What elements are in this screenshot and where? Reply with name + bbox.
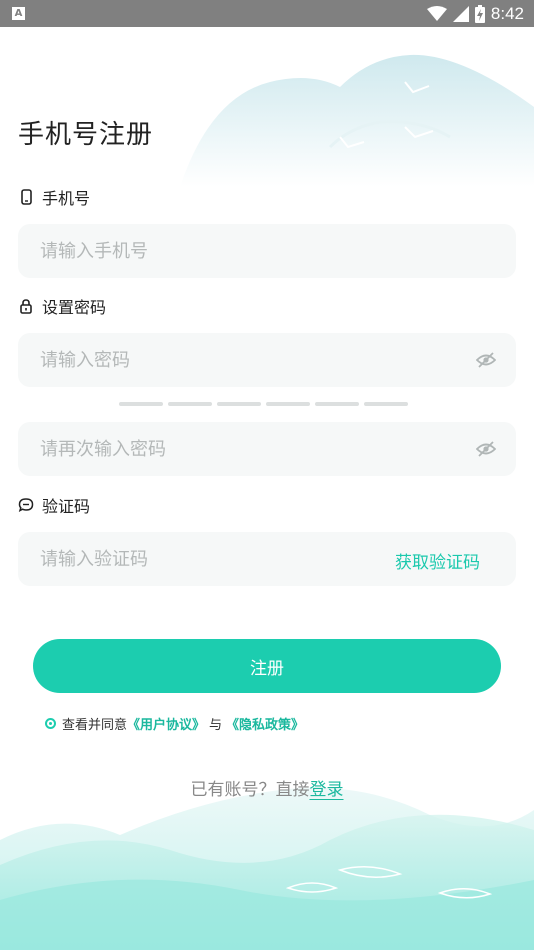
- password-label-text: 设置密码: [42, 298, 107, 317]
- strength-segment: [266, 402, 310, 406]
- password-label: 设置密码: [18, 294, 106, 318]
- login-prompt: 已有账号？直接登录: [0, 775, 534, 800]
- chat-bubble-icon: [18, 498, 34, 512]
- status-bar: A 8:42: [0, 0, 534, 27]
- eye-off-icon[interactable]: [476, 351, 496, 369]
- lock-icon: [20, 299, 32, 314]
- clock: 8:42: [490, 4, 524, 23]
- strength-segment: [217, 402, 261, 406]
- code-label-text: 验证码: [42, 497, 91, 516]
- strength-segment: [168, 402, 212, 406]
- password-confirm-input[interactable]: [18, 422, 516, 476]
- register-button[interactable]: 注册: [33, 639, 501, 693]
- privacy-policy-link[interactable]: 《隐私政策》: [226, 714, 304, 733]
- phone-input[interactable]: [18, 224, 516, 278]
- strength-segment: [364, 402, 408, 406]
- cell-signal-icon: [452, 6, 469, 22]
- code-input[interactable]: [18, 532, 358, 586]
- password-field[interactable]: [18, 333, 516, 387]
- eye-off-icon[interactable]: [476, 440, 496, 458]
- phone-label: 手机号: [18, 185, 90, 209]
- strength-segment: [315, 402, 359, 406]
- wifi-icon: [426, 6, 447, 21]
- get-code-button[interactable]: 获取验证码: [395, 548, 480, 573]
- strength-segment: [119, 402, 163, 406]
- user-agreement-link[interactable]: 《用户协议》: [127, 714, 205, 733]
- login-prompt-text: 已有账号？直接: [190, 780, 310, 800]
- password-strength-meter: [119, 402, 408, 406]
- agreement-and: 与: [209, 718, 223, 733]
- phone-field[interactable]: [18, 224, 516, 278]
- password-confirm-field[interactable]: [18, 422, 516, 476]
- phone-label-text: 手机号: [42, 189, 91, 208]
- login-link[interactable]: 登录: [310, 780, 344, 800]
- code-label: 验证码: [18, 493, 90, 517]
- page-title: 手机号注册: [18, 120, 154, 150]
- agreement-row: 查看并同意 《用户协议》 与 《隐私政策》: [45, 714, 304, 733]
- agreement-prefix: 查看并同意: [62, 718, 128, 733]
- password-input[interactable]: [18, 333, 516, 387]
- battery-charging-icon: [474, 5, 485, 23]
- code-field[interactable]: 获取验证码: [18, 532, 516, 586]
- notification-a-icon: A: [12, 7, 25, 20]
- phone-icon: [21, 189, 32, 205]
- mountain-illustration: [180, 54, 534, 187]
- agree-radio[interactable]: [45, 718, 56, 729]
